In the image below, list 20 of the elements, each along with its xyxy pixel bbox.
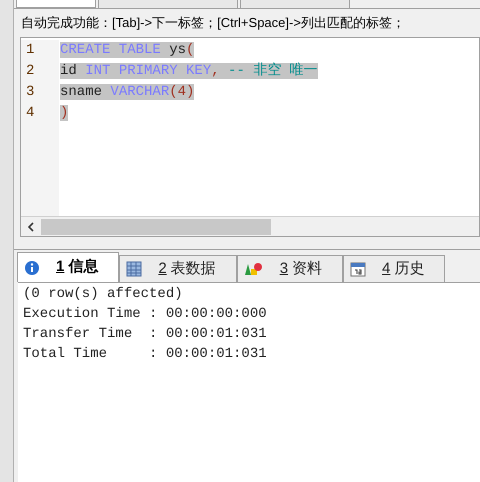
- result-tab[interactable]: 2 表数据: [119, 255, 237, 282]
- result-tab[interactable]: 4 历史: [343, 255, 446, 282]
- output-line: (0 row(s) affected): [23, 285, 183, 304]
- output-line: Transfer Time : 00:00:01:031: [23, 325, 267, 344]
- line-number: 4: [26, 104, 34, 123]
- result-tab[interactable]: 3 资料: [236, 255, 344, 282]
- calendar-icon: [350, 261, 366, 277]
- output-line: Execution Time : 00:00:00:000: [23, 305, 267, 324]
- info-icon: [24, 260, 40, 276]
- shapes-icon: [244, 261, 264, 277]
- autocomplete-hint: 自动完成功能：[Tab]->下一标签；[Ctrl+Space]->列出匹配的标签；: [21, 14, 405, 32]
- line-number: 3: [26, 83, 34, 102]
- table-icon: [126, 261, 142, 277]
- output-line: Total Time : 00:00:01:031: [23, 345, 267, 364]
- editor-tab[interactable]: [16, 0, 96, 8]
- line-number: 1: [26, 41, 34, 60]
- line-number: 2: [26, 62, 34, 81]
- scroll-left-icon[interactable]: [28, 222, 34, 232]
- horizontal-scrollbar-thumb[interactable]: [41, 218, 271, 234]
- result-tab[interactable]: 1 信息: [17, 252, 120, 282]
